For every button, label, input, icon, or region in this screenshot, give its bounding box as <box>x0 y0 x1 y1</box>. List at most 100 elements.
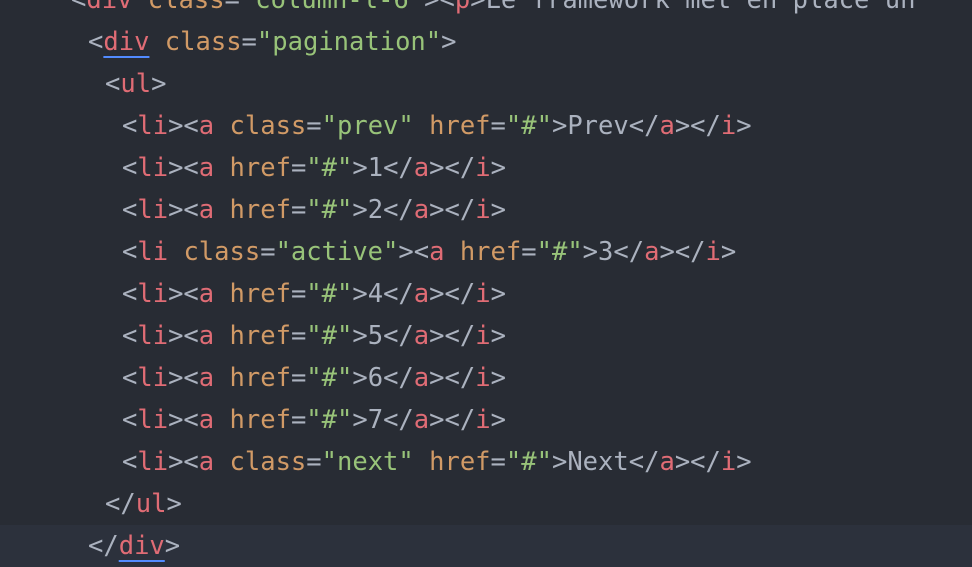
token-tag-name: a <box>659 111 675 141</box>
token-punctuation: > <box>720 237 737 267</box>
token-punctuation: < <box>122 405 138 435</box>
token-punctuation: < <box>122 447 138 477</box>
token-attribute-value: "active" <box>275 237 399 267</box>
token-tag-name: li <box>137 279 169 309</box>
token-punctuation: < <box>122 195 138 225</box>
token-punctuation: </ <box>383 195 414 225</box>
token-attribute-value: "#" <box>306 279 353 309</box>
token-tag-name: li <box>137 363 169 393</box>
token-punctuation <box>132 0 147 15</box>
token-punctuation <box>214 195 229 225</box>
code-line[interactable]: </ul> <box>0 483 972 525</box>
token-punctuation: ></ <box>429 321 476 351</box>
token-attribute-name: href <box>229 363 291 393</box>
token-punctuation: > <box>490 405 506 435</box>
token-attribute-name: class <box>164 27 242 57</box>
token-punctuation: = <box>490 447 506 477</box>
token-punctuation: </ <box>383 363 414 393</box>
token-text-content: >Le framework met en place un <box>470 0 916 15</box>
token-tag-name: a <box>413 195 430 225</box>
code-line-content: <li><a href="#">5</a></i> <box>122 315 506 357</box>
token-punctuation <box>214 447 229 477</box>
code-line[interactable]: <li><a href="#">7</a></i> <box>0 399 972 441</box>
code-line[interactable]: <div class="pagination"> <box>0 21 972 63</box>
token-punctuation: </ <box>105 489 136 519</box>
code-line[interactable]: <li><a class="prev" href="#">Prev</a></i… <box>0 105 972 147</box>
token-tag-name: div <box>86 0 133 15</box>
token-punctuation: = <box>290 321 307 351</box>
token-tag-name: ul <box>120 69 152 99</box>
code-line[interactable]: <li><a href="#">6</a></i> <box>0 357 972 399</box>
token-attribute-value: "#" <box>306 195 353 225</box>
token-punctuation: ></ <box>429 405 476 435</box>
token-punctuation: > <box>441 27 457 57</box>
token-punctuation <box>444 237 459 267</box>
token-text-content: 4 <box>367 279 384 309</box>
token-punctuation: > <box>490 321 506 351</box>
token-attribute-value: "#" <box>306 321 353 351</box>
token-punctuation <box>214 279 229 309</box>
code-line-content: <li><a href="#">2</a></i> <box>122 189 506 231</box>
token-punctuation: ></ <box>674 111 721 141</box>
token-attribute-name: href <box>429 111 491 141</box>
code-line-content: <li><a href="#">7</a></i> <box>122 399 506 441</box>
code-line-content: <li><a href="#">6</a></i> <box>122 357 506 399</box>
token-tag-name: a <box>413 405 430 435</box>
code-line[interactable]: </div> <box>0 525 972 567</box>
token-punctuation: < <box>122 237 138 267</box>
token-punctuation: = <box>490 111 506 141</box>
token-attribute-value: "#" <box>505 447 552 477</box>
token-punctuation: = <box>241 27 257 57</box>
token-tag-name: div <box>118 531 165 561</box>
token-attribute-name: href <box>429 447 491 477</box>
token-attribute-name: href <box>229 405 291 435</box>
token-tag-name: i <box>475 405 491 435</box>
code-line[interactable]: <li class="active"><a href="#">3</a></i> <box>0 231 972 273</box>
token-tag-name: li <box>137 195 169 225</box>
token-attribute-value: "#" <box>306 363 353 393</box>
code-line[interactable]: <li><a href="#">2</a></i> <box>0 189 972 231</box>
token-punctuation: </ <box>88 531 119 561</box>
code-line[interactable]: <li><a href="#">1</a></i> <box>0 147 972 189</box>
token-punctuation: </ <box>383 153 414 183</box>
token-punctuation: < <box>122 111 138 141</box>
token-punctuation <box>168 237 183 267</box>
token-attribute-name: class <box>229 447 307 477</box>
token-punctuation: > <box>352 363 368 393</box>
code-line-content: <div class="column-l-6"><p>Le framework … <box>71 0 915 21</box>
token-punctuation: < <box>122 363 138 393</box>
token-attribute-name: href <box>229 321 291 351</box>
token-punctuation: > <box>490 363 506 393</box>
code-line[interactable]: <div class="column-l-6"><p>Le framework … <box>0 0 972 21</box>
token-text-content: 1 <box>367 153 384 183</box>
token-text-content: 7 <box>367 405 384 435</box>
token-attribute-value: "#" <box>536 237 583 267</box>
token-punctuation: >< <box>168 447 199 477</box>
token-tag-name: i <box>720 447 737 477</box>
code-line-content: <li class="active"><a href="#">3</a></i> <box>122 231 736 273</box>
token-punctuation: = <box>521 237 537 267</box>
token-punctuation: >< <box>168 405 199 435</box>
code-line[interactable]: <ul> <box>0 63 972 105</box>
token-attribute-name: href <box>229 279 291 309</box>
token-punctuation: > <box>352 279 368 309</box>
token-tag-name: i <box>720 111 737 141</box>
token-punctuation: < <box>122 321 138 351</box>
token-attribute-name: href <box>229 195 291 225</box>
token-tag-name: a <box>198 321 215 351</box>
token-punctuation <box>214 153 229 183</box>
token-tag-name: a <box>198 363 215 393</box>
token-punctuation: > <box>551 111 568 141</box>
code-line[interactable]: <li><a href="#">4</a></i> <box>0 273 972 315</box>
token-punctuation: > <box>166 489 182 519</box>
token-punctuation: > <box>551 447 568 477</box>
token-tag-name: a <box>413 321 430 351</box>
code-line[interactable]: <li><a class="next" href="#">Next</a></i… <box>0 441 972 483</box>
token-tag-name: a <box>429 237 445 267</box>
token-tag-name: i <box>475 321 491 351</box>
code-line[interactable]: <li><a href="#">5</a></i> <box>0 315 972 357</box>
token-tag-name: li <box>137 237 169 267</box>
token-tag-name: a <box>198 111 215 141</box>
code-editor[interactable]: <div class="column-l-6"><p>Le framework … <box>0 0 972 567</box>
code-line-content: </div> <box>88 525 180 567</box>
